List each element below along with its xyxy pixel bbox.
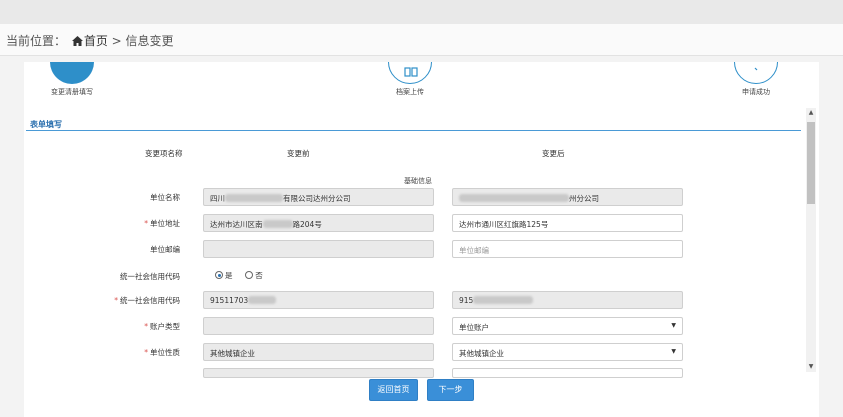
- form-panel: 变更清册填写 档案上传 申请成功 表单填写 变更项名称 变更前 变更后 基础信息…: [24, 62, 819, 417]
- step-indicator: [734, 62, 778, 84]
- redacted-text: [225, 194, 283, 202]
- top-bar: [0, 0, 843, 24]
- redacted-text: [473, 296, 534, 304]
- breadcrumb-current: 信息变更: [125, 34, 174, 48]
- step-indicator-active: [50, 62, 94, 84]
- account-type-before-field: [203, 317, 434, 335]
- breadcrumb-home-link[interactable]: 首页: [84, 34, 108, 48]
- scroll-down-arrow-icon[interactable]: ▼: [806, 362, 816, 372]
- breadcrumb-bar: 当前位置： 首页 > 信息变更: [0, 24, 843, 56]
- unit-address-before-field: 达州市达川区南 路204号: [203, 214, 434, 232]
- redacted-text: [262, 220, 293, 228]
- redacted-text: [248, 296, 277, 304]
- field-label: 单位名称: [150, 193, 180, 202]
- field-label: * 账户类型: [144, 322, 180, 331]
- postal-code-after-input[interactable]: 单位邮编: [452, 240, 683, 258]
- step-label: 申请成功: [742, 88, 770, 96]
- field-label: 单位邮编: [150, 245, 180, 254]
- field-label: * 单位地址: [144, 219, 180, 228]
- step-label: 变更清册填写: [51, 88, 93, 96]
- form-row-postal-code: 单位邮编 单位邮编: [24, 240, 804, 260]
- form-row-credit-code: * 统一社会信用代码 91511703 915: [24, 291, 804, 311]
- column-header-name: 变更项名称: [145, 149, 183, 158]
- radio-yes[interactable]: [215, 271, 223, 279]
- form-row-credit-code-question: 统一社会信用代码 是 否: [24, 267, 804, 287]
- credit-code-radio-group: 是 否: [215, 270, 263, 281]
- field-label: 统一社会信用代码: [120, 272, 180, 281]
- step-indicator: [388, 62, 432, 84]
- breadcrumb-separator: >: [107, 34, 126, 48]
- unit-nature-before-field: 其他城镇企业: [203, 343, 434, 361]
- chevron-down-icon: ▼: [671, 348, 676, 355]
- home-icon[interactable]: [71, 35, 83, 49]
- column-header-after: 变更后: [542, 149, 565, 158]
- breadcrumb-prefix: 当前位置：: [6, 34, 67, 48]
- field-label: * 单位性质: [144, 348, 180, 357]
- chevron-down-icon: ▼: [671, 322, 676, 329]
- form-row-unit-nature: * 单位性质 其他城镇企业 其他城镇企业 ▼: [24, 343, 804, 363]
- section-title: 表单填写: [30, 120, 62, 129]
- unit-address-after-input[interactable]: 达州市通川区红旗路125号: [452, 214, 683, 232]
- redacted-text: [459, 194, 569, 202]
- breadcrumb: 当前位置： 首页 > 信息变更: [6, 32, 174, 49]
- radio-no[interactable]: [245, 271, 254, 279]
- next-step-button[interactable]: 下一步: [427, 379, 474, 401]
- archive-icon: [404, 67, 418, 77]
- form-row-account-type: * 账户类型 单位账户 ▼: [24, 317, 804, 337]
- account-type-select[interactable]: 单位账户 ▼: [452, 317, 683, 335]
- unit-name-after-field[interactable]: 州分公司: [452, 188, 683, 206]
- credit-code-after-field[interactable]: 915: [452, 291, 683, 309]
- column-header-before: 变更前: [287, 149, 310, 158]
- partial-after-field[interactable]: [452, 368, 683, 378]
- credit-code-before-field: 91511703: [203, 291, 434, 309]
- section-divider: [26, 130, 801, 131]
- field-label: * 统一社会信用代码: [114, 296, 180, 305]
- form-row-unit-address: * 单位地址 达州市达川区南 路204号 达州市通川区红旗路125号: [24, 214, 804, 234]
- scroll-thumb[interactable]: [807, 122, 815, 204]
- check-icon: [754, 67, 758, 71]
- vertical-scrollbar[interactable]: ▲ ▼: [806, 108, 816, 372]
- postal-code-before-field: [203, 240, 434, 258]
- step-label: 档案上传: [396, 88, 424, 96]
- unit-nature-select[interactable]: 其他城镇企业 ▼: [452, 343, 683, 361]
- unit-name-before-field: 四川 有限公司达州分公司: [203, 188, 434, 206]
- return-home-button[interactable]: 返回首页: [369, 379, 418, 401]
- form-row-unit-name: 单位名称 四川 有限公司达州分公司 州分公司: [24, 188, 804, 208]
- scroll-up-arrow-icon[interactable]: ▲: [806, 108, 816, 118]
- partial-before-field: [203, 368, 434, 378]
- group-label-basic-info: 基础信息: [404, 177, 432, 185]
